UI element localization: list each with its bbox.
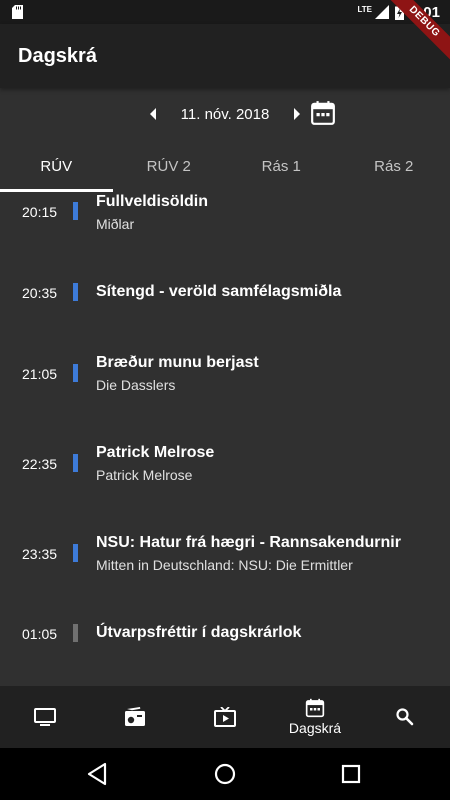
channel-color-bar bbox=[73, 283, 78, 301]
channel-color-bar bbox=[73, 202, 78, 220]
channel-color-bar bbox=[73, 454, 78, 472]
next-day-button[interactable] bbox=[283, 100, 311, 128]
status-bar: LTE 5:01 bbox=[0, 0, 450, 24]
channel-color-bar bbox=[73, 544, 78, 562]
schedule-item[interactable]: 20:15 Fullveldisöldin Miðlar bbox=[0, 192, 450, 282]
program-title: Útvarpsfréttir í dagskrárlok bbox=[96, 624, 302, 641]
arrow-left-icon bbox=[149, 108, 156, 120]
nav-live-tv-button[interactable] bbox=[180, 686, 270, 748]
page-title: Dagskrá bbox=[18, 44, 97, 67]
nav-search-button[interactable] bbox=[360, 686, 450, 748]
tab-label: RÚV bbox=[40, 157, 73, 175]
schedule-item[interactable]: 23:35 NSU: Hatur frá hægri - Rannsakendu… bbox=[0, 532, 450, 622]
schedule-item[interactable]: 21:05 Bræður munu berjast Die Dasslers bbox=[0, 352, 450, 442]
program-subtitle: Patrick Melrose bbox=[96, 467, 193, 483]
program-title: Fullveldisöldin bbox=[96, 193, 209, 210]
radio-icon bbox=[125, 707, 145, 726]
previous-day-button[interactable] bbox=[139, 100, 167, 128]
recent-apps-icon[interactable] bbox=[337, 760, 365, 788]
schedule-list: 20:15 Fullveldisöldin Miðlar 20:35 Síten… bbox=[0, 192, 450, 686]
program-title: NSU: Hatur frá hægri - Rannsakendurnir bbox=[96, 534, 401, 551]
nav-radio-button[interactable] bbox=[90, 686, 180, 748]
program-time: 20:35 bbox=[22, 285, 58, 301]
program-title: Patrick Melrose bbox=[96, 444, 215, 461]
nav-schedule-label: Dagskrá bbox=[288, 720, 342, 736]
current-date: 11. nóv. 2018 bbox=[180, 105, 270, 123]
channel-tabs: RÚV RÚV 2 Rás 1 Rás 2 bbox=[0, 140, 450, 192]
program-time: 22:35 bbox=[22, 456, 58, 472]
bottom-navigation: Dagskrá bbox=[0, 686, 450, 748]
channel-color-bar bbox=[73, 624, 78, 642]
clock: 5:01 bbox=[409, 3, 440, 21]
back-icon[interactable] bbox=[84, 760, 112, 788]
program-subtitle: Die Dasslers bbox=[96, 377, 176, 393]
live-tv-icon bbox=[214, 707, 236, 727]
program-time: 21:05 bbox=[22, 366, 58, 382]
program-title: Bræður munu berjast bbox=[96, 354, 259, 371]
tab-label: RÚV 2 bbox=[146, 157, 191, 175]
program-time: 20:15 bbox=[22, 204, 58, 220]
program-subtitle: Mitten in Deutschland: NSU: Die Ermittle… bbox=[96, 557, 353, 573]
calendar-icon bbox=[305, 698, 325, 718]
program-time: 01:05 bbox=[22, 626, 58, 642]
system-navigation-bar bbox=[0, 748, 450, 800]
tab-ruv-2[interactable]: RÚV 2 bbox=[113, 140, 226, 192]
app-bar: Dagskrá bbox=[0, 24, 450, 88]
network-type: LTE bbox=[357, 5, 372, 14]
schedule-item[interactable]: 01:05 Útvarpsfréttir í dagskrárlok bbox=[0, 622, 450, 686]
nav-schedule-button[interactable]: Dagskrá bbox=[270, 686, 360, 748]
tv-icon bbox=[34, 708, 56, 726]
tab-ras-2[interactable]: Rás 2 bbox=[338, 140, 450, 192]
arrow-right-icon bbox=[294, 108, 301, 120]
nav-tv-button[interactable] bbox=[0, 686, 90, 748]
tab-label: Rás 2 bbox=[374, 157, 414, 175]
tab-ruv[interactable]: RÚV bbox=[0, 140, 113, 192]
date-selector: 11. nóv. 2018 bbox=[0, 92, 450, 136]
channel-color-bar bbox=[73, 364, 78, 382]
schedule-item[interactable]: 22:35 Patrick Melrose Patrick Melrose bbox=[0, 442, 450, 532]
battery-charging-icon bbox=[394, 4, 404, 20]
program-title: Sítengd - veröld samfélagsmiðla bbox=[96, 283, 342, 300]
tab-label: Rás 1 bbox=[261, 157, 301, 175]
home-icon[interactable] bbox=[211, 760, 239, 788]
program-subtitle: Miðlar bbox=[96, 216, 135, 232]
tab-ras-1[interactable]: Rás 1 bbox=[225, 140, 338, 192]
search-icon bbox=[396, 708, 414, 726]
status-indicators: 5:01 bbox=[374, 0, 440, 24]
sd-card-icon bbox=[12, 5, 23, 19]
program-time: 23:35 bbox=[22, 546, 58, 562]
signal-icon bbox=[374, 5, 389, 19]
calendar-picker-button[interactable] bbox=[310, 100, 336, 126]
